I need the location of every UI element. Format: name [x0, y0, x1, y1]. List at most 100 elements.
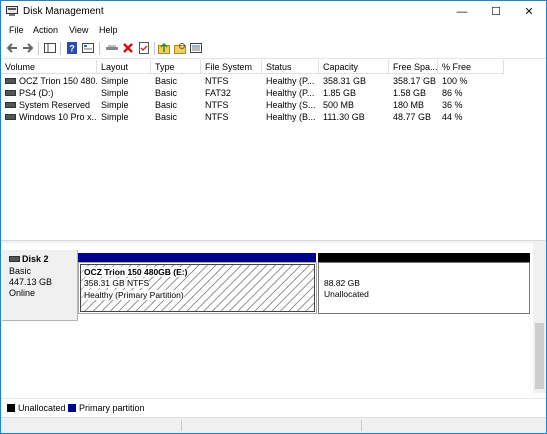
partition-status: Healthy (Primary Partition) [84, 290, 184, 300]
capacity-cell: 111.30 GB [323, 112, 365, 122]
unallocated-bar [318, 253, 530, 262]
legend-unallocated: Unallocated [18, 403, 66, 413]
column-header-capacity[interactable]: Capacity [319, 60, 389, 74]
window-title: Disk Management [23, 6, 104, 17]
status-cell: Healthy (B... [266, 112, 316, 122]
minimize-button[interactable]: — [445, 1, 479, 23]
table-row[interactable]: OCZ Trion 150 480... Simple Basic NTFS H… [1, 75, 546, 87]
toolbar-separator [99, 42, 100, 55]
column-header-layout[interactable]: Layout [97, 60, 151, 74]
capacity-cell: 500 MB [323, 100, 355, 110]
percent-free-cell: 44 % [442, 112, 463, 122]
free-space-cell: 48.77 GB [393, 112, 432, 122]
column-header-status[interactable]: Status [262, 60, 319, 74]
disk-label-panel[interactable]: Disk 2 Basic 447.13 GB Online [2, 250, 78, 321]
toolbar-separator [60, 42, 61, 55]
show-hide-console-tree-icon[interactable] [43, 41, 57, 55]
column-header-file-system[interactable]: File System [201, 60, 262, 74]
volume-list: Volume Layout Type File System Status Ca… [1, 60, 546, 240]
status-cell: Healthy (P... [266, 76, 315, 86]
layout-cell: Simple [101, 100, 129, 110]
column-header-volume[interactable]: Volume [1, 60, 97, 74]
column-header-free-space[interactable]: Free Spa... [389, 60, 438, 74]
disk-management-app-icon [6, 6, 18, 16]
connect-icon[interactable] [105, 41, 119, 55]
layout-cell: Simple [101, 112, 129, 122]
volume-icon [5, 101, 16, 108]
table-row[interactable]: PS4 (D:) Simple Basic FAT32 Healthy (P..… [1, 87, 546, 99]
type-cell: Basic [155, 88, 178, 98]
forward-icon[interactable] [21, 41, 35, 55]
delete-icon[interactable] [121, 41, 135, 55]
percent-free-cell: 86 % [442, 88, 463, 98]
menu-view[interactable]: View [69, 25, 88, 35]
menu-help[interactable]: Help [99, 25, 118, 35]
check-icon[interactable] [137, 41, 151, 55]
partition-size-fs: 358.31 GB NTFS [84, 278, 150, 288]
status-divider [361, 420, 362, 431]
volume-icon [5, 89, 16, 96]
status-cell: Healthy (S... [266, 100, 316, 110]
percent-free-cell: 100 % [442, 76, 468, 86]
percent-free-cell: 36 % [442, 100, 463, 110]
back-icon[interactable] [5, 41, 19, 55]
list-icon[interactable] [189, 41, 203, 55]
unallocated-swatch [7, 404, 15, 412]
disk-view-scrollbar[interactable] [533, 243, 546, 393]
capacity-cell: 358.31 GB [323, 76, 367, 86]
help-icon[interactable]: ? [65, 41, 79, 55]
capacity-cell: 1.85 GB [323, 88, 357, 98]
primary-partition-swatch [68, 404, 76, 412]
volume-icon [5, 77, 16, 84]
free-space-cell: 180 MB [393, 100, 425, 110]
toolbar-separator [38, 42, 39, 55]
title-bar[interactable]: Disk Management — ☐ ✕ [1, 1, 546, 23]
scrollbar-thumb[interactable] [535, 323, 544, 389]
menu-file[interactable]: File [9, 25, 24, 35]
menu-bar: File Action View Help [1, 23, 546, 39]
disk-icon [9, 255, 20, 262]
legend: Unallocated Primary partition [1, 398, 546, 417]
primary-partition[interactable]: OCZ Trion 150 480GB (E:) 358.31 GB NTFS … [80, 264, 315, 312]
properties-icon[interactable] [81, 41, 95, 55]
toolbar: ? [1, 39, 546, 59]
disk-name: Disk 2 [22, 254, 49, 264]
unallocated-size: 88.82 GB [324, 278, 360, 288]
volume-name: OCZ Trion 150 480... [19, 76, 97, 86]
type-cell: Basic [155, 112, 178, 122]
folder-up-icon[interactable] [157, 41, 171, 55]
volume-name: Windows 10 Pro x... [19, 112, 97, 122]
column-header-type[interactable]: Type [151, 60, 201, 74]
disk-size: 447.13 GB [9, 277, 53, 287]
primary-partition-bar [78, 253, 316, 262]
menu-action[interactable]: Action [33, 25, 58, 35]
legend-primary-partition: Primary partition [79, 403, 145, 413]
layout-cell: Simple [101, 88, 129, 98]
table-row[interactable]: Windows 10 Pro x... Simple Basic NTFS He… [1, 111, 546, 123]
file-system-cell: NTFS [205, 100, 229, 110]
partition-title: OCZ Trion 150 480GB (E:) [84, 267, 188, 277]
type-cell: Basic [155, 100, 178, 110]
volume-name: PS4 (D:) [19, 88, 54, 98]
type-cell: Basic [155, 76, 178, 86]
toolbar-separator [154, 42, 155, 55]
column-header-percent-free[interactable]: % Free [438, 60, 504, 74]
unallocated-partition[interactable]: 88.82 GB Unallocated [318, 262, 530, 314]
close-button[interactable]: ✕ [512, 1, 546, 23]
status-cell: Healthy (P... [266, 88, 315, 98]
file-system-cell: NTFS [205, 76, 229, 86]
unallocated-label: Unallocated [324, 289, 369, 299]
table-row[interactable]: System Reserved Simple Basic NTFS Health… [1, 99, 546, 111]
layout-cell: Simple [101, 76, 129, 86]
folder-search-icon[interactable] [173, 41, 187, 55]
volume-icon [5, 113, 16, 120]
status-divider [181, 420, 182, 431]
file-system-cell: FAT32 [205, 88, 231, 98]
svg-text:?: ? [69, 44, 75, 54]
file-system-cell: NTFS [205, 112, 229, 122]
maximize-button[interactable]: ☐ [479, 1, 513, 23]
volume-name: System Reserved [19, 100, 91, 110]
disk-type: Basic [9, 266, 32, 276]
free-space-cell: 358.17 GB [393, 76, 437, 86]
disk-state: Online [9, 288, 36, 298]
